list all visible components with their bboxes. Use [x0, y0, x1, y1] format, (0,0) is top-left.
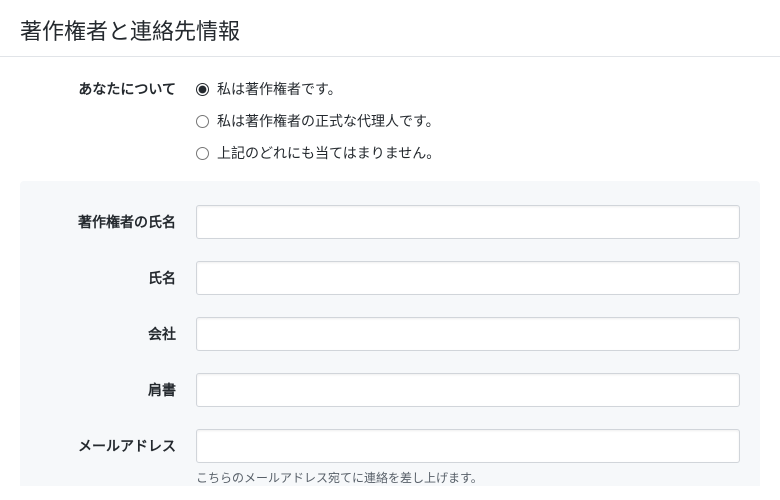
- input-copyright-holder[interactable]: [196, 205, 740, 239]
- form-row-copyright-holder: 著作権者の氏名: [40, 205, 740, 239]
- label-title: 肩書: [40, 373, 196, 400]
- label-name: 氏名: [40, 261, 196, 288]
- label-email: メールアドレス: [40, 429, 196, 456]
- form-row-email: メールアドレス こちらのメールアドレス宛てに連絡を差し上げます。: [40, 429, 740, 486]
- radio-input-owner[interactable]: [196, 83, 209, 96]
- label-copyright-holder: 著作権者の氏名: [40, 205, 196, 232]
- radio-label-owner: 私は著作権者です。: [217, 79, 342, 99]
- input-company[interactable]: [196, 317, 740, 351]
- form-row-company: 会社: [40, 317, 740, 351]
- radio-option-agent[interactable]: 私は著作権者の正式な代理人です。: [196, 111, 760, 131]
- contact-form-panel: 著作権者の氏名 氏名 会社 肩書 メールアドレス こちらのメールアドレス宛てに連…: [20, 181, 760, 486]
- input-name[interactable]: [196, 261, 740, 295]
- about-you-label: あなたについて: [20, 79, 196, 163]
- radio-label-neither: 上記のどれにも当てはまりません。: [217, 143, 440, 163]
- radio-input-agent[interactable]: [196, 115, 209, 128]
- about-you-radio-group: 私は著作権者です。 私は著作権者の正式な代理人です。 上記のどれにも当てはまりま…: [196, 79, 760, 163]
- radio-input-neither[interactable]: [196, 147, 209, 160]
- radio-label-agent: 私は著作権者の正式な代理人です。: [217, 111, 440, 131]
- input-title[interactable]: [196, 373, 740, 407]
- form-row-title: 肩書: [40, 373, 740, 407]
- page-title: 著作権者と連絡先情報: [0, 0, 780, 57]
- label-company: 会社: [40, 317, 196, 344]
- input-email[interactable]: [196, 429, 740, 463]
- form-row-name: 氏名: [40, 261, 740, 295]
- radio-option-neither[interactable]: 上記のどれにも当てはまりません。: [196, 143, 760, 163]
- note-email: こちらのメールアドレス宛てに連絡を差し上げます。: [196, 469, 740, 486]
- radio-option-owner[interactable]: 私は著作権者です。: [196, 79, 760, 99]
- about-you-section: あなたについて 私は著作権者です。 私は著作権者の正式な代理人です。 上記のどれ…: [0, 57, 780, 181]
